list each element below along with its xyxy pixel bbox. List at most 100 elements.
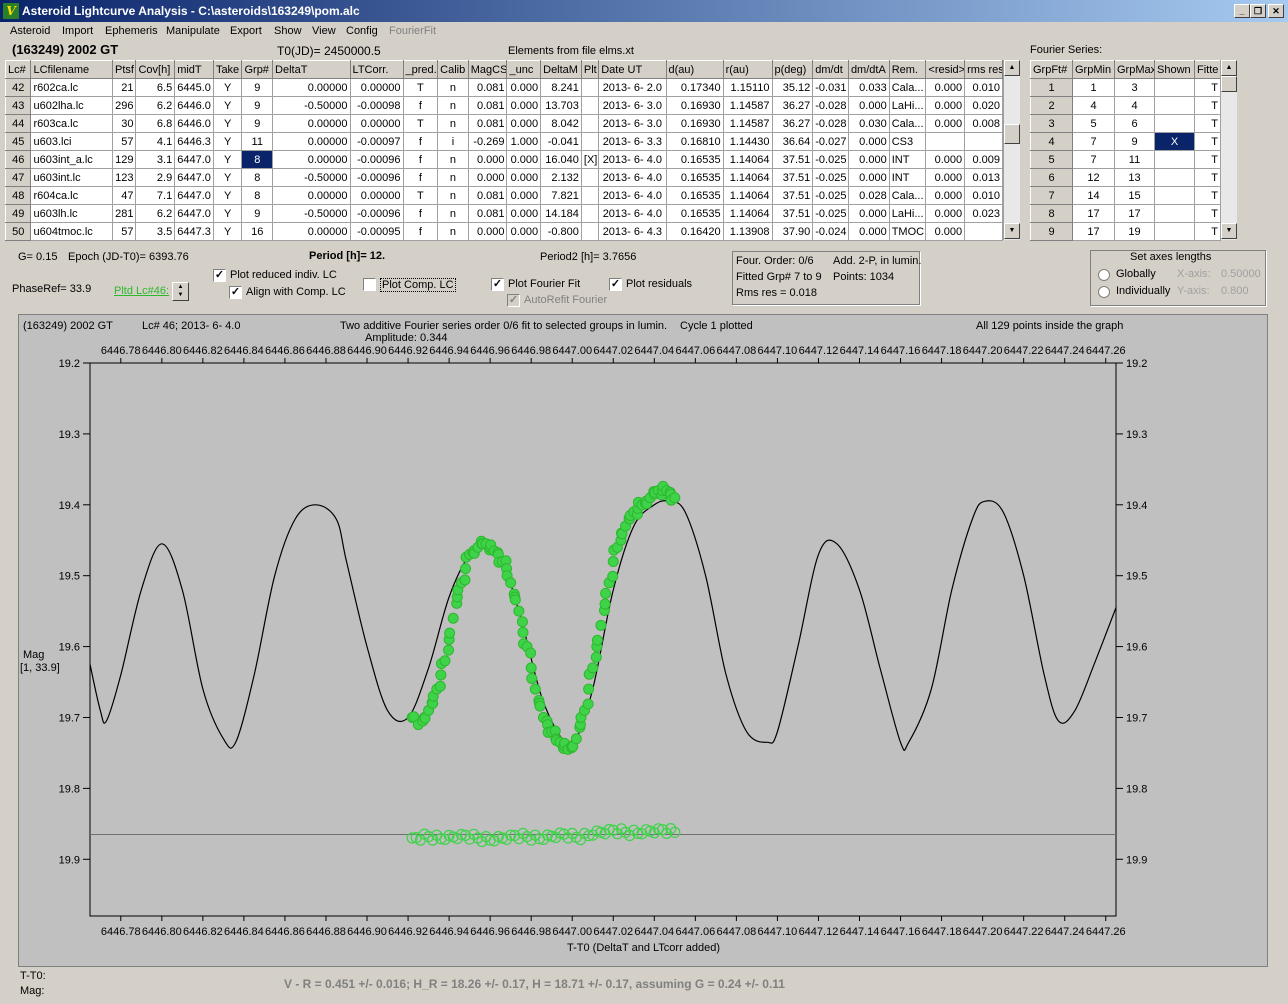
x-tick-label-bottom: 6446.82 <box>183 926 223 938</box>
x-tick-label-top: 6447.12 <box>799 345 839 357</box>
plot-lc-label: Lc# 46; 2013- 6- 4.0 <box>142 320 240 332</box>
y-tick-label-left: 19.3 <box>59 429 80 441</box>
x-tick-label-bottom: 6447.26 <box>1086 926 1126 938</box>
y-tick-label-right: 19.7 <box>1126 712 1147 724</box>
observation-point <box>582 698 594 710</box>
cursor-mag-label: Mag: <box>20 985 45 997</box>
x-tick-label-top: 6446.78 <box>101 345 141 357</box>
x-tick-label-bottom: 6447.22 <box>1004 926 1044 938</box>
y-tick-label-left: 19.5 <box>59 571 80 583</box>
y-tick-label-right: 19.8 <box>1126 783 1147 795</box>
y-tick-label-right: 19.3 <box>1126 429 1147 441</box>
x-tick-label-top: 6447.02 <box>593 345 633 357</box>
plot-object-label: (163249) 2002 GT <box>23 320 113 332</box>
x-tick-label-bottom: 6446.96 <box>470 926 510 938</box>
plot-amplitude: Amplitude: 0.344 <box>365 332 448 344</box>
observation-point <box>517 626 529 638</box>
x-tick-label-bottom: 6447.20 <box>963 926 1003 938</box>
x-tick-label-top: 6447.04 <box>634 345 674 357</box>
x-tick-label-top: 6446.86 <box>265 345 305 357</box>
cursor-time-label: T-T0: <box>20 970 46 982</box>
x-tick-label-bottom: 6446.90 <box>347 926 387 938</box>
y-axis-title: Mag <box>23 649 44 661</box>
observation-point <box>526 672 538 684</box>
x-tick-label-top: 6446.80 <box>142 345 182 357</box>
observation-point <box>590 651 602 663</box>
lightcurve-plot[interactable]: (163249) 2002 GT Lc# 46; 2013- 6- 4.0 Tw… <box>0 0 1288 1004</box>
x-tick-label-top: 6446.98 <box>511 345 551 357</box>
x-tick-label-bottom: 6447.02 <box>593 926 633 938</box>
observation-point <box>443 644 455 656</box>
x-tick-label-bottom: 6447.24 <box>1045 926 1085 938</box>
observation-point <box>600 587 612 599</box>
y-tick-label-left: 19.8 <box>59 783 80 795</box>
observation-point <box>534 700 546 712</box>
observation-point <box>435 669 447 681</box>
observation-point <box>434 680 446 692</box>
observation-point <box>525 647 537 659</box>
x-tick-label-bottom: 6447.10 <box>758 926 798 938</box>
observation-point <box>459 574 471 586</box>
observation-point <box>444 627 456 639</box>
observation-point <box>525 662 537 674</box>
plot-points-info: All 129 points inside the graph <box>976 320 1123 332</box>
x-tick-label-bottom: 6446.94 <box>429 926 469 938</box>
x-tick-label-top: 6447.18 <box>922 345 962 357</box>
x-tick-label-top: 6447.06 <box>675 345 715 357</box>
x-tick-label-bottom: 6447.16 <box>881 926 921 938</box>
observation-point <box>607 556 619 568</box>
x-tick-label-top: 6446.82 <box>183 345 223 357</box>
x-tick-label-top: 6446.94 <box>429 345 469 357</box>
observation-point <box>583 683 595 695</box>
x-tick-label-bottom: 6446.92 <box>388 926 428 938</box>
x-tick-label-top: 6446.96 <box>470 345 510 357</box>
y-tick-label-left: 19.6 <box>59 642 80 654</box>
observation-point <box>516 616 528 628</box>
y-tick-label-right: 19.2 <box>1126 358 1147 370</box>
y-axis-subtitle: [1, 33.9] <box>20 662 60 674</box>
x-tick-label-bottom: 6446.88 <box>306 926 346 938</box>
observation-point <box>669 492 681 504</box>
observation-point <box>587 662 599 674</box>
x-tick-label-top: 6447.10 <box>758 345 798 357</box>
observation-point <box>447 612 459 624</box>
y-tick-label-left: 19.7 <box>59 712 80 724</box>
x-axis-title: T-T0 (DeltaT and LTcorr added) <box>567 942 720 954</box>
x-tick-label-top: 6446.84 <box>224 345 264 357</box>
x-tick-label-bottom: 6447.12 <box>799 926 839 938</box>
x-tick-label-bottom: 6447.04 <box>634 926 674 938</box>
observation-point <box>439 655 451 667</box>
observation-point <box>599 598 611 610</box>
x-tick-label-top: 6447.16 <box>881 345 921 357</box>
y-tick-label-right: 19.4 <box>1126 500 1147 512</box>
observation-point <box>509 594 521 606</box>
observation-point <box>595 619 607 631</box>
plot-cycle: Cycle 1 plotted <box>680 320 753 332</box>
observation-point <box>505 577 517 589</box>
plot-description: Two additive Fourier series order 0/6 fi… <box>340 320 667 332</box>
x-tick-label-bottom: 6447.14 <box>840 926 880 938</box>
y-tick-label-left: 19.4 <box>59 500 80 512</box>
x-tick-label-top: 6446.88 <box>306 345 346 357</box>
observation-point <box>513 605 525 617</box>
x-tick-label-top: 6447.26 <box>1086 345 1126 357</box>
x-tick-label-top: 6447.08 <box>716 345 756 357</box>
x-tick-label-bottom: 6447.06 <box>675 926 715 938</box>
observation-point <box>591 634 603 646</box>
x-tick-label-bottom: 6446.80 <box>142 926 182 938</box>
y-tick-label-left: 19.2 <box>59 358 80 370</box>
y-tick-label-right: 19.5 <box>1126 571 1147 583</box>
x-tick-label-bottom: 6446.98 <box>511 926 551 938</box>
x-tick-label-bottom: 6447.18 <box>922 926 962 938</box>
x-tick-label-top: 6446.90 <box>347 345 387 357</box>
y-tick-label-right: 19.9 <box>1126 854 1147 866</box>
x-tick-label-bottom: 6446.78 <box>101 926 141 938</box>
y-tick-label-left: 19.9 <box>59 854 80 866</box>
observation-point <box>570 733 582 745</box>
x-tick-label-bottom: 6446.84 <box>224 926 264 938</box>
x-tick-label-bottom: 6447.00 <box>552 926 592 938</box>
x-tick-label-top: 6447.14 <box>840 345 880 357</box>
color-result-text: V - R = 0.451 +/- 0.016; H_R = 18.26 +/-… <box>284 977 785 991</box>
x-tick-label-top: 6447.20 <box>963 345 1003 357</box>
observation-point <box>529 683 541 695</box>
